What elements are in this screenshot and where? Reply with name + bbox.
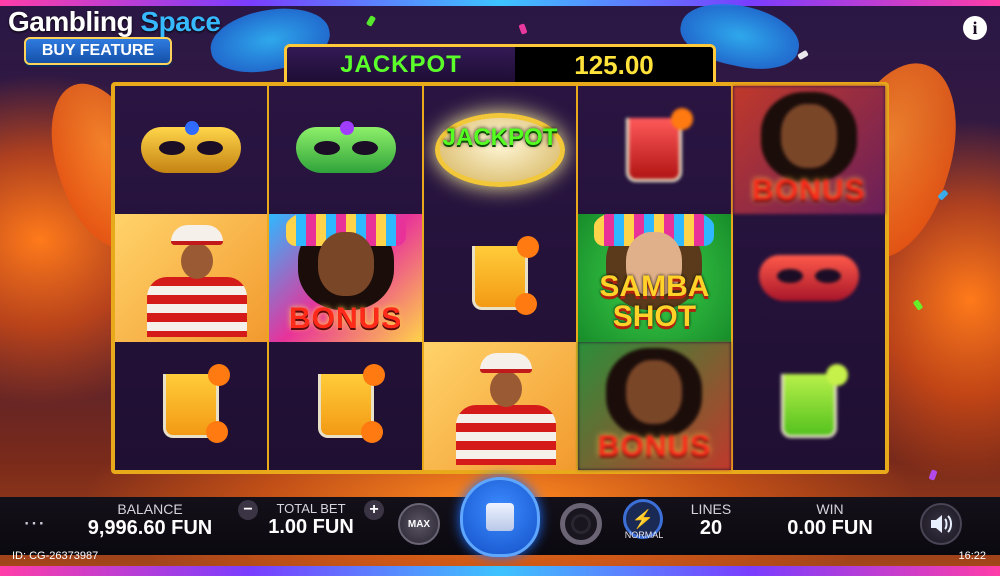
logo-word-gambling: Gambling (8, 6, 134, 37)
more-dots-icon: ⋯ (23, 510, 45, 535)
menu-button[interactable]: ⋯ (20, 511, 48, 535)
bet-decrease-button[interactable]: − (238, 500, 258, 520)
confetti-piece (365, 15, 377, 27)
face-shape (626, 360, 683, 424)
spin-button[interactable] (460, 477, 540, 557)
reel-2: BONUS (269, 86, 424, 470)
game-stage: Gambling Space BUY FEATURE i JACKPOT 125… (0, 0, 1000, 576)
status-bar: ID: CG-26373987 16:22 (0, 546, 1000, 566)
red-cocktail-icon (626, 108, 694, 182)
session-id: ID: CG-26373987 (12, 550, 99, 562)
lines-label: LINES (690, 501, 732, 517)
win-label: WIN (816, 501, 844, 517)
samba-shot-label: SAMBA SHOT (578, 272, 730, 332)
gold-mask-icon (141, 121, 242, 173)
jackpot-drum-icon: JACKPOT (435, 113, 566, 187)
stop-square-icon (486, 503, 514, 531)
reel-5: BONUS (732, 86, 886, 470)
face-shape (317, 232, 374, 296)
symbol-orange-cocktail (269, 342, 421, 470)
speaker-icon (931, 515, 952, 533)
jackpot-label: JACKPOT (287, 47, 515, 83)
reel-4: SAMBA SHOT BONUS (578, 86, 733, 470)
game-logo: Gambling Space (8, 6, 221, 38)
max-bet-button[interactable]: MAX (398, 503, 440, 545)
balance-label: BALANCE (117, 501, 183, 517)
bottom-accent-bar (0, 566, 1000, 576)
sound-button[interactable] (920, 503, 962, 545)
confetti-piece (518, 23, 528, 35)
total-bet-display: TOTAL BET 1.00 FUN (258, 501, 364, 539)
reel-1 (115, 86, 270, 470)
samba-label-line2: SHOT (612, 300, 697, 333)
bet-increase-button[interactable]: + (364, 500, 384, 520)
symbol-bonus-woman: BONUS (269, 214, 422, 342)
symbol-red-mask (733, 214, 885, 342)
reel-3: JACKPOT (423, 86, 579, 470)
buy-feature-button[interactable]: BUY FEATURE (24, 37, 172, 65)
confetti-piece (797, 49, 809, 61)
lines-value: 20 (699, 517, 723, 539)
balance-value: 9,996.60 FUN (87, 517, 213, 539)
symbol-red-cocktail (578, 86, 730, 214)
symbol-dancer-man (423, 342, 577, 470)
speed-mode-label: NORMAL (624, 530, 664, 540)
orange-cocktail-icon (472, 236, 540, 315)
balance-display: BALANCE 9,996.60 FUN (70, 501, 230, 540)
dancer-man-icon (127, 219, 255, 337)
symbol-jackpot-drum: JACKPOT (424, 86, 576, 214)
symbol-gold-mask (115, 86, 267, 214)
autoplay-button[interactable] (560, 503, 602, 545)
plus-icon: + (369, 501, 379, 518)
bonus-label: BONUS (752, 174, 866, 207)
reel-grid: BONUS JACKPOT SAMBA SHOT BONUS BONUS (111, 82, 889, 474)
info-icon[interactable]: i (963, 16, 987, 40)
symbol-lime-cocktail (733, 342, 885, 470)
total-bet-value: 1.00 FUN (268, 516, 354, 538)
orange-cocktail-icon (317, 364, 385, 443)
lime-cocktail-icon (780, 364, 848, 438)
symbol-samba-shot-wild: SAMBA SHOT (578, 214, 731, 342)
symbol-bonus-woman: BONUS (732, 86, 886, 214)
green-mask-icon (295, 121, 396, 173)
confetti-piece (928, 469, 938, 481)
symbol-orange-cocktail (115, 342, 267, 470)
red-mask-icon (758, 255, 859, 301)
total-bet-label: TOTAL BET (276, 501, 346, 516)
win-display: WIN 0.00 FUN (770, 501, 890, 540)
confetti-piece (912, 299, 924, 311)
jackpot-banner: JACKPOT 125.00 (284, 44, 716, 86)
bonus-label: BONUS (288, 302, 403, 335)
logo-word-space: Space (140, 6, 221, 37)
win-value: 0.00 FUN (787, 517, 873, 539)
symbol-green-mask (269, 86, 421, 214)
jackpot-drum-label: JACKPOT (442, 124, 558, 151)
autoplay-ring-icon (571, 514, 591, 534)
samba-label-line1: SAMBA (599, 270, 710, 303)
lines-display: LINES 20 (676, 501, 746, 540)
jackpot-value: 125.00 (515, 47, 713, 83)
minus-icon: − (243, 501, 253, 518)
orange-cocktail-icon (163, 364, 231, 443)
max-bet-label: MAX (407, 518, 431, 530)
symbol-bonus-woman: BONUS (578, 342, 731, 470)
lightning-icon: ⚡ (631, 508, 655, 529)
symbol-dancer-man (115, 214, 268, 342)
bonus-label: BONUS (597, 430, 712, 463)
dancer-man-icon (436, 347, 564, 465)
face-shape (780, 104, 837, 168)
clock: 16:22 (958, 550, 986, 562)
symbol-orange-cocktail (424, 214, 576, 342)
